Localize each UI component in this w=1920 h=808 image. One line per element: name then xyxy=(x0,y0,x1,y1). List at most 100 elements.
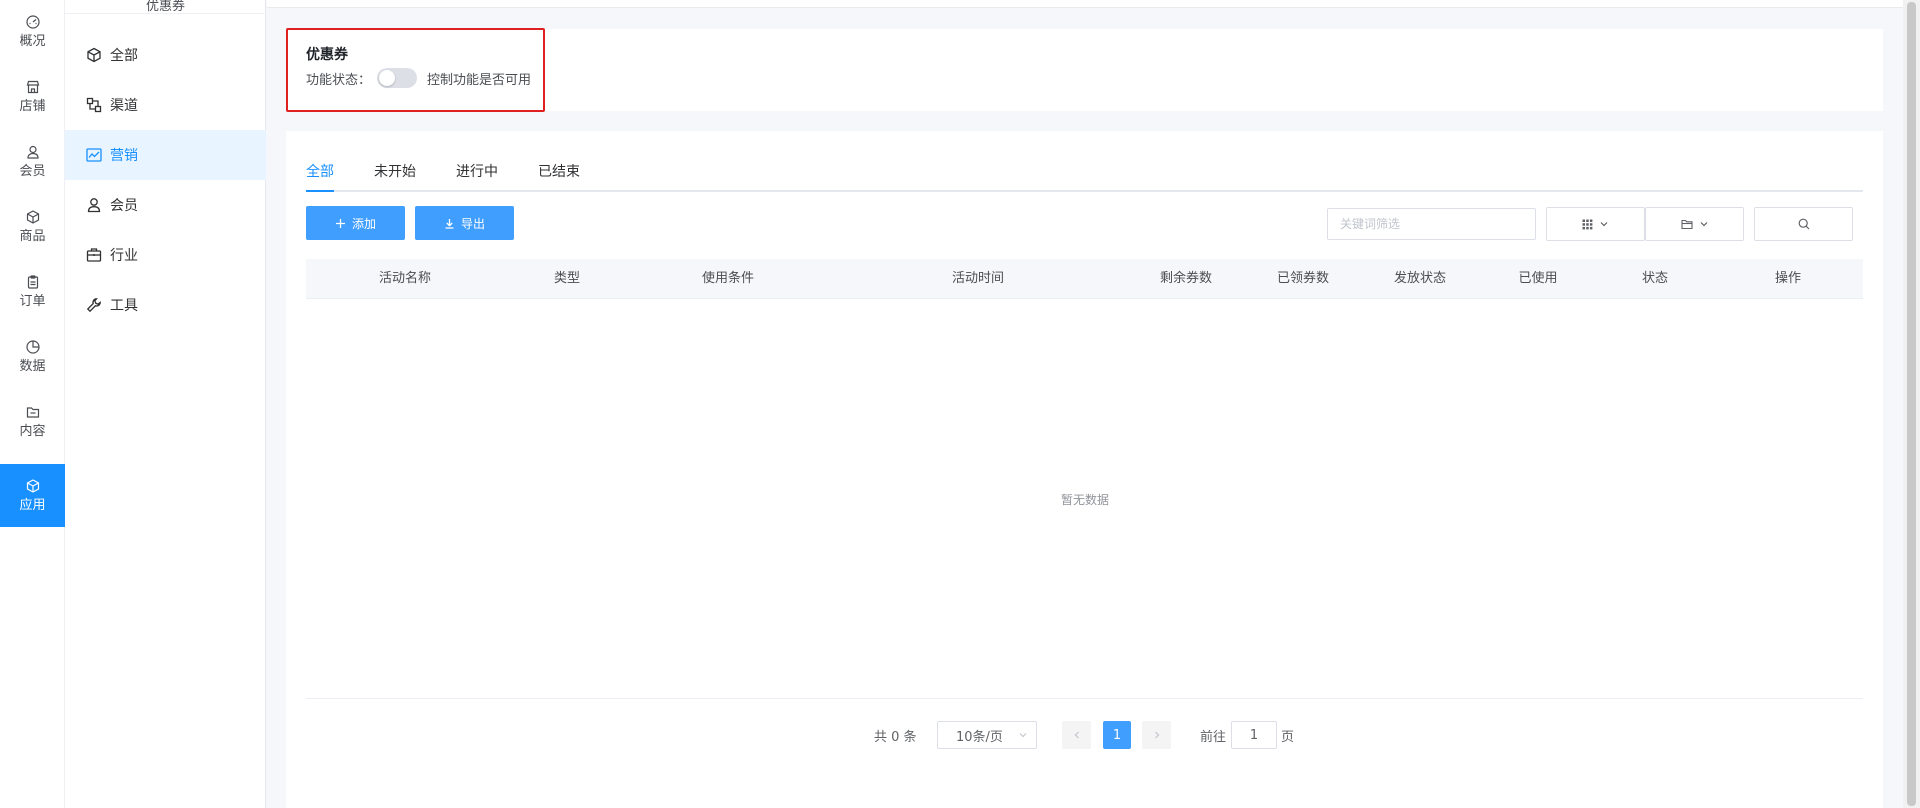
store-icon xyxy=(26,80,40,94)
keyword-search-input[interactable] xyxy=(1327,208,1536,240)
dashboard-icon xyxy=(25,14,40,29)
secondary-menu: 优惠券 全部 渠道 营销 会员 行业 工具 xyxy=(65,0,266,808)
briefcase-icon xyxy=(86,247,102,263)
user-icon xyxy=(86,197,102,213)
goto-page-input[interactable] xyxy=(1231,721,1277,749)
rail-item-label: 内容 xyxy=(19,423,46,439)
rail-item-apps[interactable]: 应用 xyxy=(0,464,65,527)
chevron-right-icon xyxy=(1152,730,1162,740)
menu-item-channel[interactable]: 渠道 xyxy=(65,80,266,130)
rail-item-label: 应用 xyxy=(19,497,46,513)
folder-icon xyxy=(1680,219,1693,230)
vertical-scrollbar[interactable] xyxy=(1903,0,1920,808)
page-size-select[interactable]: 10条/页 xyxy=(937,721,1037,749)
rail-item-data[interactable]: 数据 xyxy=(0,325,65,388)
menu-header: 优惠券 xyxy=(65,0,266,14)
chevron-down-icon xyxy=(1018,730,1028,740)
cube-icon xyxy=(86,47,102,63)
add-button[interactable]: 添加 xyxy=(306,206,405,240)
clipboard-icon xyxy=(26,274,40,289)
active-tab-indicator xyxy=(306,190,334,192)
feature-status-row: 功能状态： 控制功能是否可用 xyxy=(306,68,531,88)
column-header-issue-status[interactable]: 发放状态 xyxy=(1394,259,1446,299)
status-tabs: 全部 未开始 进行中 已结束 xyxy=(306,160,1863,192)
column-header-remaining[interactable]: 剩余券数 xyxy=(1160,259,1212,299)
menu-item-industry[interactable]: 行业 xyxy=(65,230,266,280)
menu-item-label: 行业 xyxy=(110,248,138,264)
trend-chart-icon xyxy=(86,147,102,163)
plus-icon xyxy=(335,218,346,229)
menu-item-label: 渠道 xyxy=(110,98,138,114)
rail-item-store[interactable]: 店铺 xyxy=(0,65,65,128)
page-number-current[interactable]: 1 xyxy=(1103,721,1131,749)
grid-icon xyxy=(1582,219,1593,230)
user-icon xyxy=(26,145,40,159)
goto-label: 前往 xyxy=(1200,730,1227,745)
toggle-knob xyxy=(379,70,396,86)
tab-in-progress[interactable]: 进行中 xyxy=(456,160,498,192)
chevron-down-icon xyxy=(1599,219,1609,229)
column-header-status[interactable]: 状态 xyxy=(1642,259,1668,299)
chevron-down-icon xyxy=(1699,219,1709,229)
menu-item-label: 营销 xyxy=(110,148,138,164)
folder-select[interactable] xyxy=(1645,207,1744,241)
rail-item-label: 会员 xyxy=(19,163,46,179)
menu-item-all[interactable]: 全部 xyxy=(65,30,266,80)
pagination-total: 共 0 条 xyxy=(874,730,917,745)
tab-all[interactable]: 全部 xyxy=(306,160,334,192)
menu-item-label: 工具 xyxy=(110,298,138,314)
scrollbar-thumb[interactable] xyxy=(1907,2,1916,806)
prev-page-button[interactable] xyxy=(1062,721,1091,749)
feature-status-label: 功能状态： xyxy=(306,72,372,88)
empty-state-text: 暂无数据 xyxy=(1060,493,1110,507)
menu-item-label: 会员 xyxy=(110,198,138,214)
add-button-label: 添加 xyxy=(351,216,376,231)
rail-item-overview[interactable]: 概况 xyxy=(0,0,65,63)
feature-description: 控制功能是否可用 xyxy=(427,72,532,88)
menu-item-member[interactable]: 会员 xyxy=(65,180,266,230)
menu-item-tools[interactable]: 工具 xyxy=(65,280,266,330)
folder-icon xyxy=(26,405,40,419)
column-header-actions[interactable]: 操作 xyxy=(1775,259,1801,299)
menu-item-marketing[interactable]: 营销 xyxy=(65,130,266,180)
export-button-label: 导出 xyxy=(460,216,485,231)
rail-item-label: 概况 xyxy=(19,33,46,49)
box-icon xyxy=(26,209,40,224)
next-page-button[interactable] xyxy=(1142,721,1171,749)
goto-unit-label: 页 xyxy=(1281,730,1295,745)
channel-icon xyxy=(86,97,102,113)
tab-not-started[interactable]: 未开始 xyxy=(374,160,416,192)
rail-item-member[interactable]: 会员 xyxy=(0,130,65,193)
rail-item-order[interactable]: 订单 xyxy=(0,260,65,323)
column-header-used[interactable]: 已使用 xyxy=(1518,259,1557,299)
table-header: 活动名称 类型 使用条件 活动时间 剩余券数 已领券数 发放状态 已使用 状态 … xyxy=(306,259,1863,299)
rail-item-label: 数据 xyxy=(19,358,46,374)
menu-item-label: 全部 xyxy=(110,48,138,64)
rail-item-label: 店铺 xyxy=(19,98,46,114)
rail-item-label: 订单 xyxy=(19,293,46,309)
top-bar xyxy=(267,0,1920,8)
rail-item-label: 商品 xyxy=(19,228,46,244)
search-icon xyxy=(1798,218,1810,230)
feature-title: 优惠券 xyxy=(306,47,348,63)
column-header-type[interactable]: 类型 xyxy=(554,259,580,299)
column-header-condition[interactable]: 使用条件 xyxy=(702,259,754,299)
table-bottom-divider xyxy=(306,698,1863,699)
column-header-activity-time[interactable]: 活动时间 xyxy=(952,259,1004,299)
download-icon xyxy=(444,218,455,229)
column-header-activity-name[interactable]: 活动名称 xyxy=(379,259,431,299)
wrench-icon xyxy=(86,297,102,313)
search-button[interactable] xyxy=(1754,207,1853,241)
pie-chart-icon xyxy=(25,339,40,354)
tab-ended[interactable]: 已结束 xyxy=(538,160,580,192)
rail-item-content[interactable]: 内容 xyxy=(0,390,65,453)
column-header-claimed[interactable]: 已领券数 xyxy=(1277,259,1329,299)
rail-item-goods[interactable]: 商品 xyxy=(0,195,65,258)
chevron-left-icon xyxy=(1072,730,1082,740)
view-select[interactable] xyxy=(1546,207,1645,241)
cube-icon xyxy=(26,478,40,493)
page-size-value: 10条/页 xyxy=(956,729,1003,745)
primary-nav-rail: 概况 店铺 会员 商品 订单 数据 内容 应用 xyxy=(0,0,65,808)
feature-toggle-switch[interactable] xyxy=(377,68,418,88)
export-button[interactable]: 导出 xyxy=(415,206,514,240)
